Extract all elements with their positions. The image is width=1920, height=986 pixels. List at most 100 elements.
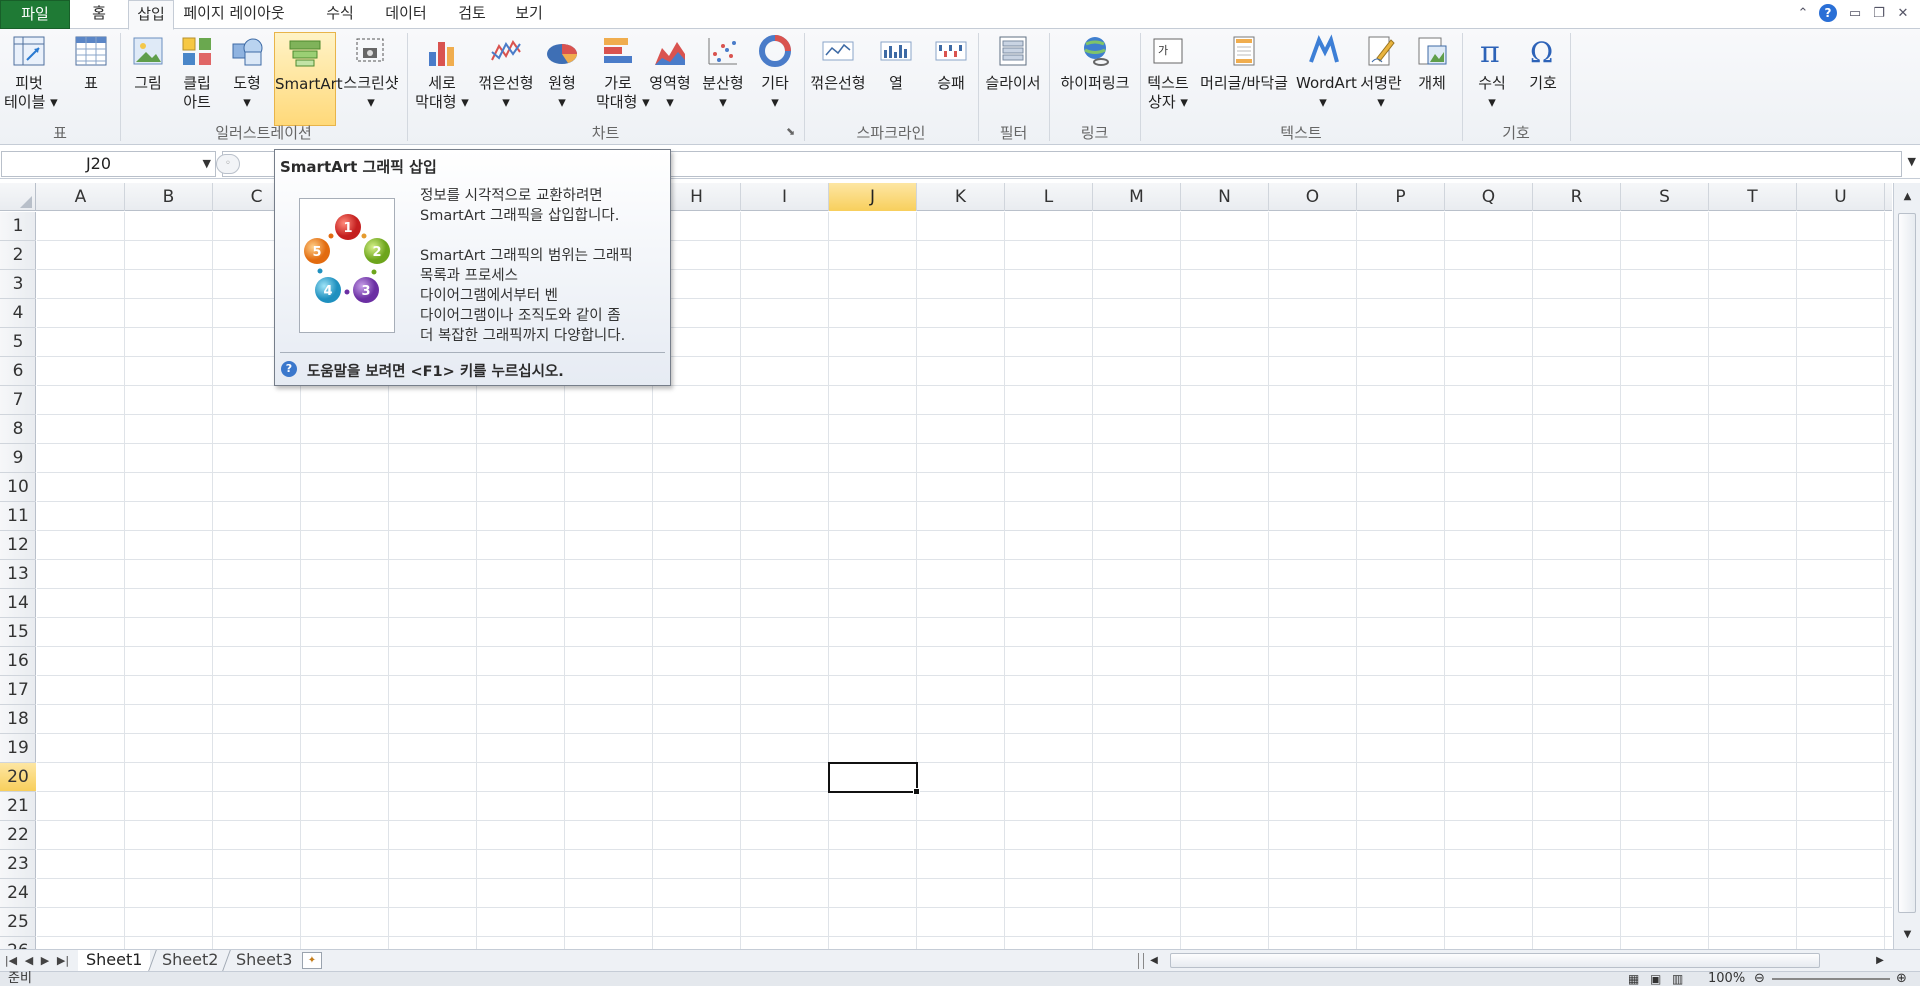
expand-formula-bar-icon[interactable]: ▼ (1908, 155, 1916, 168)
row-header-7[interactable]: 7 (0, 386, 36, 415)
column-header-p[interactable]: P (1357, 183, 1445, 211)
ribbon-button-sparkline-column[interactable]: 열 (874, 32, 918, 126)
ribbon-button-symbol[interactable]: Ω 기호 (1520, 32, 1566, 126)
row-header-3[interactable]: 3 (0, 270, 36, 299)
row-header-8[interactable]: 8 (0, 415, 36, 444)
tab-0[interactable]: 파일 (0, 0, 70, 29)
ribbon-button-pivot-table[interactable]: 피벗 테이블 ▾ (4, 32, 58, 126)
column-header-r[interactable]: R (1533, 183, 1621, 211)
column-header-q[interactable]: Q (1445, 183, 1533, 211)
help-icon[interactable]: ? (1819, 4, 1837, 22)
scroll-right-icon[interactable]: ▶ (1870, 951, 1890, 971)
ribbon-button-wordart[interactable]: WordArt ▾ (1296, 32, 1357, 126)
zoom-in-icon[interactable]: ⊕ (1896, 972, 1907, 986)
ribbon-button-scatter-chart[interactable]: 분산형 ▾ (698, 32, 748, 126)
ribbon-button-column-chart[interactable]: 세로 막대형 ▾ (412, 32, 472, 126)
sheet-tab-sheet1[interactable]: Sheet1 (78, 950, 150, 971)
row-header-15[interactable]: 15 (0, 618, 36, 647)
row-header-18[interactable]: 18 (0, 705, 36, 734)
row-header-9[interactable]: 9 (0, 444, 36, 473)
ribbon-button-picture[interactable]: 그림 (128, 32, 168, 126)
tab-7[interactable]: 보기 (502, 0, 556, 29)
column-header-k[interactable]: K (917, 183, 1005, 211)
normal-view-icon[interactable]: ▦ (1628, 972, 1639, 986)
row-header-25[interactable]: 25 (0, 908, 36, 937)
tab-5[interactable]: 데이터 (374, 0, 438, 29)
tab-6[interactable]: 검토 (446, 0, 498, 29)
row-header-19[interactable]: 19 (0, 734, 36, 763)
sheet-tab-sheet2[interactable]: Sheet2 (154, 950, 226, 971)
ribbon-button-sparkline-line[interactable]: 꺾은선형 (808, 32, 868, 126)
ribbon-button-bar-chart[interactable]: 가로 막대형 ▾ (596, 32, 650, 126)
column-header-s[interactable]: S (1621, 183, 1709, 211)
row-header-5[interactable]: 5 (0, 328, 36, 357)
row-header-17[interactable]: 17 (0, 676, 36, 705)
window-close-icon[interactable]: ✕ (1892, 3, 1914, 25)
ribbon-button-screenshot[interactable]: 스크린샷 ▾ (338, 32, 404, 126)
row-header-11[interactable]: 11 (0, 502, 36, 531)
row-header-20[interactable]: 20 (0, 763, 36, 792)
ribbon-button-shapes[interactable]: 도형 ▾ (225, 32, 269, 126)
ribbon-button-line-chart[interactable]: 꺾은선형 ▾ (474, 32, 538, 126)
ribbon-button-slicer[interactable]: 슬라이서 (982, 32, 1044, 126)
ribbon-button-area-chart[interactable]: 영역형 ▾ (648, 32, 692, 126)
horizontal-scrollbar[interactable]: ◀ ▶ (1150, 952, 1890, 970)
ribbon-button-smartart[interactable]: SmartArt (274, 32, 343, 126)
page-layout-view-icon[interactable]: ▣ (1650, 972, 1661, 986)
row-header-10[interactable]: 10 (0, 473, 36, 502)
ribbon-button-object[interactable]: 개체 (1410, 32, 1454, 126)
ribbon-button-text-box[interactable]: 가 텍스트 상자 ▾ (1144, 32, 1192, 126)
tab-4[interactable]: 수식 (312, 0, 368, 29)
row-header-14[interactable]: 14 (0, 589, 36, 618)
column-header-b[interactable]: B (125, 183, 213, 211)
tab-1[interactable]: 홈 (70, 0, 128, 29)
zoom-slider[interactable] (1772, 978, 1890, 980)
row-header-26[interactable]: 26 (0, 937, 36, 949)
row-header-6[interactable]: 6 (0, 357, 36, 386)
chart-dialog-launcher-icon[interactable]: ⬊ (786, 125, 795, 138)
window-minimize-icon[interactable]: ▭ (1844, 3, 1866, 25)
tab-3[interactable]: 페이지 레이아웃 (174, 0, 294, 29)
scroll-down-icon[interactable]: ▼ (1894, 925, 1920, 945)
row-header-21[interactable]: 21 (0, 792, 36, 821)
chevron-down-icon[interactable]: ▼ (203, 152, 211, 176)
minimize-ribbon-icon[interactable]: ⌃ (1792, 3, 1814, 25)
row-header-13[interactable]: 13 (0, 560, 36, 589)
row-header-12[interactable]: 12 (0, 531, 36, 560)
column-header-t[interactable]: T (1709, 183, 1797, 211)
ribbon-button-hyperlink[interactable]: 하이퍼링크 (1054, 32, 1136, 126)
row-header-16[interactable]: 16 (0, 647, 36, 676)
ribbon-button-table[interactable]: 표 (66, 32, 116, 126)
ribbon-button-other-charts[interactable]: 기타 ▾ (752, 32, 798, 126)
last-sheet-icon[interactable]: ▶| (56, 952, 70, 970)
column-header-m[interactable]: M (1093, 183, 1181, 211)
row-header-4[interactable]: 4 (0, 299, 36, 328)
column-header-a[interactable]: A (37, 183, 125, 211)
active-cell-j20[interactable] (828, 762, 920, 795)
row-header-24[interactable]: 24 (0, 879, 36, 908)
sheet-tab-sheet3[interactable]: Sheet3 (228, 950, 300, 971)
prev-sheet-icon[interactable]: ◀ (22, 952, 36, 970)
column-header-l[interactable]: L (1005, 183, 1093, 211)
ribbon-button-header-footer[interactable]: 머리글/바닥글 (1196, 32, 1292, 126)
tab-2[interactable]: 삽입 (128, 0, 174, 30)
column-header-o[interactable]: O (1269, 183, 1357, 211)
zoom-level[interactable]: 100% (1708, 972, 1745, 986)
row-header-22[interactable]: 22 (0, 821, 36, 850)
ribbon-button-sparkline-winloss[interactable]: 승패 (928, 32, 974, 126)
column-header-u[interactable]: U (1797, 183, 1885, 211)
horizontal-scroll-thumb[interactable] (1170, 953, 1820, 968)
row-header-2[interactable]: 2 (0, 241, 36, 270)
scroll-up-icon[interactable]: ▲ (1894, 187, 1920, 207)
first-sheet-icon[interactable]: |◀ (4, 952, 18, 970)
vertical-scroll-thumb[interactable] (1898, 213, 1916, 913)
column-header-i[interactable]: I (741, 183, 829, 211)
column-header-n[interactable]: N (1181, 183, 1269, 211)
ribbon-button-signature-line[interactable]: 서명란 ▾ (1354, 32, 1408, 126)
formula-divider-handle[interactable]: ◦ (216, 154, 240, 174)
ribbon-button-pie-chart[interactable]: 원형 ▾ (542, 32, 582, 126)
next-sheet-icon[interactable]: ▶ (38, 952, 52, 970)
name-box[interactable]: J20 ▼ (1, 151, 216, 177)
insert-sheet-icon[interactable]: ✦ (302, 952, 322, 969)
ribbon-button-equation[interactable]: π 수식 ▾ (1468, 32, 1516, 126)
